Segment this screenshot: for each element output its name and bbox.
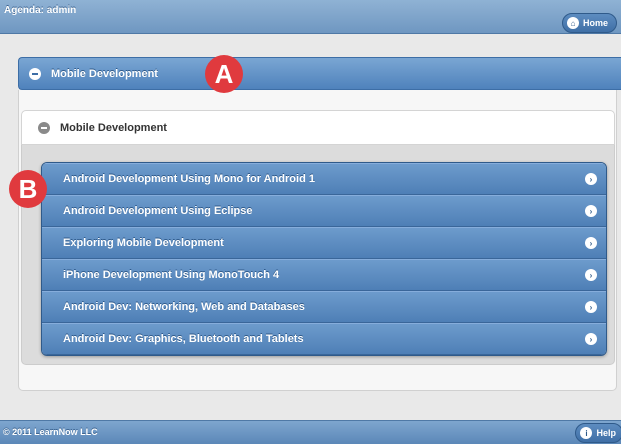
help-button-label: Help	[596, 428, 616, 438]
course-list: Android Development Using Mono for Andro…	[41, 162, 607, 356]
course-label: Android Dev: Graphics, Bluetooth and Tab…	[63, 333, 304, 345]
course-item[interactable]: Android Dev: Networking, Web and Databas…	[42, 291, 606, 323]
chevron-right-icon: ›	[585, 205, 597, 217]
main-content: Mobile Development Mobile Development An…	[0, 34, 621, 420]
chevron-right-icon: ›	[585, 269, 597, 281]
course-label: iPhone Development Using MonoTouch 4	[63, 269, 280, 281]
home-button-label: Home	[582, 18, 608, 28]
subsection-title: Mobile Development	[60, 121, 167, 134]
course-item[interactable]: Exploring Mobile Development ›	[42, 227, 606, 259]
top-bar: Agenda: admin ⌂ Home	[0, 0, 621, 34]
course-label: Android Dev: Networking, Web and Databas…	[63, 301, 305, 313]
chevron-right-icon: ›	[585, 333, 597, 345]
course-label: Android Development Using Mono for Andro…	[63, 173, 315, 185]
copyright-text: © 2011 LearnNow LLC	[3, 427, 98, 437]
course-label: Android Development Using Eclipse	[63, 205, 253, 217]
chevron-right-icon: ›	[585, 173, 597, 185]
section-title: Mobile Development	[51, 67, 158, 80]
page-title: Agenda: admin	[4, 5, 77, 16]
callout-badge-b: B	[9, 170, 47, 208]
collapse-icon	[29, 67, 41, 80]
section-panel: Mobile Development Android Development U…	[18, 90, 617, 391]
collapse-icon	[38, 121, 50, 134]
section-header[interactable]: Mobile Development	[18, 57, 621, 90]
subsection-header[interactable]: Mobile Development	[21, 110, 615, 145]
course-item[interactable]: Android Dev: Graphics, Bluetooth and Tab…	[42, 323, 606, 355]
course-label: Exploring Mobile Development	[63, 237, 224, 249]
course-item[interactable]: iPhone Development Using MonoTouch 4 ›	[42, 259, 606, 291]
course-item[interactable]: Android Development Using Mono for Andro…	[42, 163, 606, 195]
info-icon: i	[580, 427, 593, 439]
chevron-right-icon: ›	[585, 301, 597, 313]
home-icon: ⌂	[566, 17, 579, 29]
course-item[interactable]: Android Development Using Eclipse ›	[42, 195, 606, 227]
footer-bar: © 2011 LearnNow LLC i Help	[0, 420, 621, 444]
chevron-right-icon: ›	[585, 237, 597, 249]
help-button[interactable]: i Help	[575, 423, 621, 443]
subsection-body: Android Development Using Mono for Andro…	[21, 145, 615, 365]
callout-badge-a: A	[205, 55, 243, 93]
home-button[interactable]: ⌂ Home	[561, 13, 617, 33]
